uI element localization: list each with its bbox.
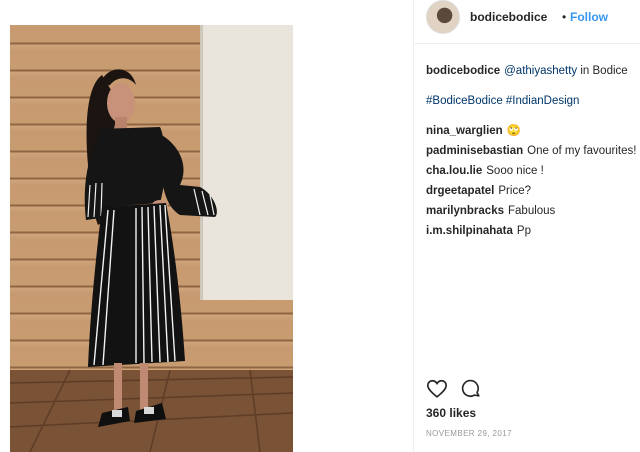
comment-text: Pp bbox=[516, 225, 531, 237]
comment-item: nina_warglien 🙄 bbox=[426, 121, 640, 141]
comment-list: bodicebodice @athiyashetty in Bodice #Bod… bbox=[426, 61, 640, 241]
comment-bubble-icon[interactable] bbox=[460, 378, 482, 400]
caption-mention[interactable]: @athiyashetty bbox=[504, 65, 577, 77]
instagram-post: bodicebodice • Follow bodicebodice @athiy… bbox=[0, 0, 640, 452]
comment-username[interactable]: i.m.shilpinahata bbox=[426, 225, 513, 237]
post-photo[interactable] bbox=[10, 25, 293, 452]
header-username[interactable]: bodicebodice bbox=[470, 10, 547, 24]
post-photo-illustration bbox=[10, 25, 293, 452]
comment-username[interactable]: nina_warglien bbox=[426, 125, 503, 137]
comment-text: Price? bbox=[498, 185, 531, 197]
comment-item: i.m.shilpinahata Pp bbox=[426, 221, 640, 241]
post-date: NOVEMBER 29, 2017 bbox=[426, 429, 512, 438]
comment-username[interactable]: padminisebastian bbox=[426, 145, 523, 157]
caption-text: in Bodice bbox=[577, 65, 628, 77]
comment-text: Sooo nice ! bbox=[486, 165, 544, 177]
comment-item: drgeetapatel Price? bbox=[426, 181, 640, 201]
comment-username[interactable]: cha.lou.lie bbox=[426, 165, 482, 177]
comment-text: 🙄 bbox=[506, 125, 522, 137]
comment-username[interactable]: drgeetapatel bbox=[426, 185, 494, 197]
comment-username[interactable]: marilynbracks bbox=[426, 205, 504, 217]
separator-dot: • bbox=[562, 10, 567, 24]
like-count[interactable]: 360 likes bbox=[426, 406, 476, 420]
comment-item: marilynbracks Fabulous bbox=[426, 201, 640, 221]
heart-outline-icon[interactable] bbox=[426, 378, 448, 400]
caption-hashtags[interactable]: #BodiceBodice #IndianDesign bbox=[426, 91, 640, 111]
caption-username[interactable]: bodicebodice bbox=[426, 65, 500, 77]
comment-text: One of my favourites! bbox=[527, 145, 637, 157]
comment-item: padminisebastian One of my favourites! bbox=[426, 141, 640, 161]
comment-item: cha.lou.lie Sooo nice ! bbox=[426, 161, 640, 181]
post-header: bodicebodice • Follow bbox=[414, 0, 640, 44]
caption-line: bodicebodice @athiyashetty in Bodice bbox=[426, 61, 640, 81]
post-sidebar: bodicebodice • Follow bodicebodice @athiy… bbox=[413, 0, 640, 452]
avatar[interactable] bbox=[426, 0, 460, 34]
follow-button[interactable]: Follow bbox=[570, 10, 608, 24]
comment-text: Fabulous bbox=[508, 205, 556, 217]
